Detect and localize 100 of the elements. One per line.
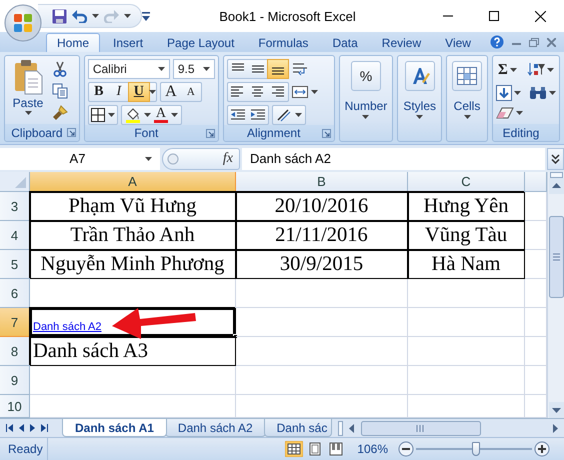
align-center-icon[interactable]	[250, 85, 265, 99]
fill-handle[interactable]	[233, 334, 238, 339]
group-label: Font	[134, 126, 158, 140]
fill-down-icon[interactable]	[496, 85, 512, 101]
dialog-launcher-icon[interactable]	[66, 128, 76, 137]
table-cell: Trần Thảo Anh	[30, 221, 236, 250]
scroll-down-icon[interactable]	[548, 402, 564, 418]
percent-icon: %	[350, 61, 381, 91]
row-header[interactable]: 8	[0, 337, 30, 366]
ribbon-tab[interactable]: Formulas	[247, 33, 320, 52]
caret-icon[interactable]	[148, 90, 156, 94]
dialog-launcher-icon[interactable]	[322, 129, 331, 138]
paste-button[interactable]: Paste	[8, 59, 48, 124]
previous-sheet-icon[interactable]	[19, 424, 24, 432]
autosum-button[interactable]: Σ	[496, 61, 519, 79]
table-cell: Vũng Tàu	[408, 221, 525, 250]
insert-function-button[interactable]: fx	[222, 150, 233, 166]
close-icon[interactable]	[535, 10, 546, 22]
zoom-slider[interactable]	[416, 441, 532, 457]
formula-field[interactable]: Danh sách A2	[242, 148, 545, 170]
orientation-icon[interactable]	[276, 108, 292, 122]
cells-icon	[457, 67, 477, 85]
row-header[interactable]: 7	[0, 308, 30, 337]
caret-icon	[362, 115, 370, 119]
ribbon-tab[interactable]: Data	[321, 33, 369, 52]
table-cell: Hưng Yên	[408, 192, 525, 221]
borders-icon[interactable]	[90, 108, 105, 122]
sheet-tab[interactable]: Danh sách A1	[62, 419, 167, 437]
normal-view-icon[interactable]	[285, 441, 304, 457]
redo-icon	[104, 10, 119, 22]
caret-icon[interactable]	[516, 111, 523, 115]
eraser-icon[interactable]	[496, 107, 514, 119]
font-name-field[interactable]: Calibri	[88, 59, 170, 79]
copy-icon[interactable]	[52, 83, 68, 99]
caret-icon[interactable]	[514, 91, 521, 95]
name-box[interactable]: A7	[0, 148, 160, 170]
fill-color-icon[interactable]	[124, 107, 141, 123]
font-size-field[interactable]: 9.5	[172, 59, 215, 79]
caret-icon[interactable]	[310, 90, 318, 94]
scissors-icon[interactable]	[52, 61, 68, 77]
restore-icon[interactable]	[529, 38, 539, 46]
last-sheet-icon[interactable]	[41, 424, 48, 432]
row-header[interactable]: 10	[0, 395, 30, 418]
sheet-tab[interactable]: Danh sách A2	[164, 419, 266, 437]
first-sheet-icon[interactable]	[6, 424, 13, 432]
italic-button[interactable]: I	[108, 83, 129, 101]
caret-icon[interactable]	[92, 14, 99, 18]
ribbon-tab[interactable]: Page Layout	[156, 33, 246, 52]
caret-icon[interactable]	[144, 113, 151, 117]
align-right-icon[interactable]	[270, 85, 285, 99]
column-header[interactable]: B	[236, 172, 408, 192]
caret-icon	[416, 115, 424, 119]
sort-filter-icon[interactable]	[526, 62, 545, 78]
caret-icon[interactable]	[108, 113, 115, 117]
row-header[interactable]: 5	[0, 250, 30, 279]
row-header[interactable]: 3	[0, 192, 30, 221]
ribbon-tab[interactable]: Home	[46, 33, 100, 52]
grow-font-button[interactable]: A	[160, 83, 181, 101]
column-header[interactable]: C	[408, 172, 525, 192]
caret-icon[interactable]	[549, 91, 556, 95]
caret-icon[interactable]	[170, 113, 178, 117]
underline-button[interactable]: U	[128, 83, 149, 101]
caret-icon	[145, 156, 152, 160]
maximize-icon[interactable]	[489, 10, 499, 20]
save-icon[interactable]	[52, 8, 67, 24]
customize-icon[interactable]	[142, 12, 150, 20]
row-header[interactable]: 9	[0, 366, 30, 395]
binoculars-icon[interactable]	[529, 86, 547, 100]
dialog-launcher-icon[interactable]	[206, 129, 215, 138]
ribbon-tab[interactable]: Review	[370, 33, 432, 52]
align-bottom-button[interactable]	[268, 60, 288, 78]
merge-icon[interactable]	[292, 86, 308, 98]
slider-thumb[interactable]	[472, 442, 480, 456]
zoom-out-icon[interactable]	[398, 441, 414, 457]
horizontal-scrollbar-thumb[interactable]	[361, 420, 482, 436]
next-sheet-icon[interactable]	[30, 424, 35, 432]
ribbon-tab[interactable]: Insert	[102, 33, 154, 52]
scrollbar-thumb[interactable]	[548, 216, 564, 298]
caret-icon[interactable]	[294, 113, 302, 117]
brush-icon[interactable]	[52, 105, 68, 121]
caret-icon	[158, 67, 165, 71]
row-header[interactable]: 6	[0, 279, 30, 308]
wrap-text-icon[interactable]	[292, 62, 308, 76]
column-header[interactable]: A	[30, 172, 236, 192]
caret-icon[interactable]	[546, 68, 554, 72]
bold-button[interactable]: B	[88, 83, 109, 101]
align-left-icon[interactable]	[230, 85, 245, 99]
scroll-up-icon[interactable]	[548, 178, 564, 194]
hyperlink[interactable]: Danh sách A2	[30, 308, 236, 337]
sheet-tab[interactable]: Danh sác	[264, 419, 332, 437]
table-cell: Danh sách A3	[30, 337, 236, 366]
expand-icon[interactable]	[551, 154, 560, 164]
undo-icon[interactable]	[72, 10, 87, 22]
page-break-view-icon[interactable]	[327, 441, 346, 457]
shrink-font-button[interactable]: A	[180, 83, 201, 101]
ribbon-tab[interactable]: View	[434, 33, 482, 52]
zoom-in-icon[interactable]	[534, 441, 550, 457]
table-cell: Nguyễn Minh Phương	[30, 250, 236, 279]
row-header[interactable]: 4	[0, 221, 30, 250]
help-icon[interactable]	[490, 35, 504, 49]
